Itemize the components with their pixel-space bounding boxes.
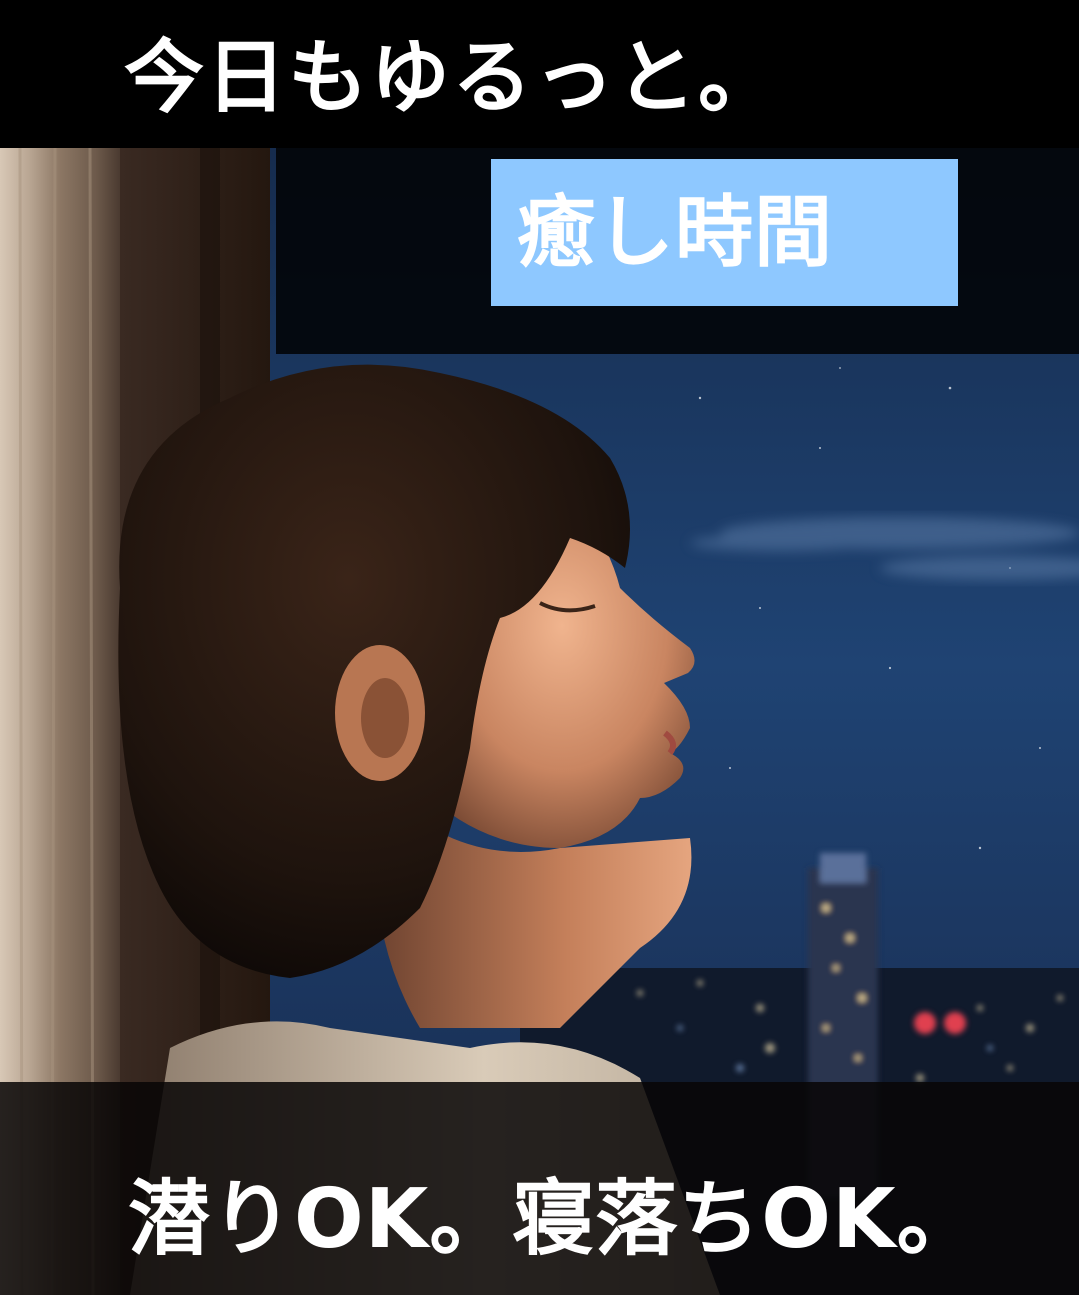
thumbnail-frame: 今日もゆるっと。 癒し時間 潜りOK。寝落ちOK。	[0, 0, 1079, 1295]
caption-text: 潜りOK。寝落ちOK。	[128, 1172, 980, 1267]
healing-time-label: 癒し時間	[517, 188, 834, 278]
headline-title: 今日もゆるっと。	[124, 31, 780, 124]
healing-time-badge: 癒し時間	[491, 159, 958, 306]
